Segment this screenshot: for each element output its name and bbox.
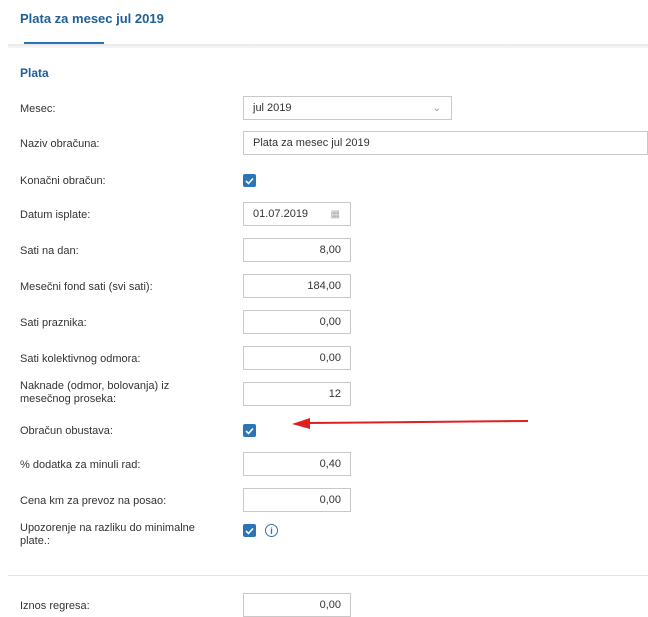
regres-input[interactable]: 0,00	[243, 593, 351, 617]
kolektivni-input[interactable]: 0,00	[243, 346, 351, 370]
toolbar-divider	[8, 44, 648, 48]
naziv-input[interactable]: Plata za mesec jul 2019	[243, 131, 648, 155]
upozorenje-checkbox[interactable]	[243, 524, 256, 537]
datum-input[interactable]: 01.07.2019 ▦	[243, 202, 351, 226]
sati-dan-value: 8,00	[319, 244, 341, 256]
info-icon[interactable]: i	[265, 524, 278, 537]
praznik-label: Sati praznika:	[20, 317, 87, 329]
regres-value: 0,00	[319, 599, 341, 611]
konacni-label: Konačni obračun:	[20, 175, 106, 187]
konacni-checkbox[interactable]	[243, 174, 256, 187]
mesec-select[interactable]: jul 2019 ⌄	[243, 96, 452, 120]
praznik-input[interactable]: 0,00	[243, 310, 351, 334]
page-title: Plata za mesec jul 2019	[20, 11, 164, 26]
minuli-value: 0,40	[319, 458, 341, 470]
section-title: Plata	[20, 66, 49, 80]
minuli-input[interactable]: 0,40	[243, 452, 351, 476]
prevoz-label: Cena km za prevoz na posao:	[20, 495, 167, 507]
obustava-checkbox[interactable]	[243, 424, 256, 437]
prevoz-value: 0,00	[319, 494, 341, 506]
upozorenje-label-line2: plate.:	[20, 535, 50, 547]
calendar-icon[interactable]: ▦	[331, 209, 340, 220]
naziv-label: Naziv obračuna:	[20, 138, 100, 150]
section-divider	[8, 575, 648, 576]
prevoz-input[interactable]: 0,00	[243, 488, 351, 512]
regres-label: Iznos regresa:	[20, 600, 90, 612]
fond-input[interactable]: 184,00	[243, 274, 351, 298]
upozorenje-label: Upozorenje na razliku do minimalne plate…	[20, 522, 220, 548]
annotation-arrow	[292, 418, 529, 429]
naknade-input[interactable]: 12	[243, 382, 351, 406]
kolektivni-label: Sati kolektivnog odmora:	[20, 353, 141, 365]
obustava-label: Obračun obustava:	[20, 425, 113, 437]
naknade-label: Naknade (odmor, bolovanja) iz mesečnog p…	[20, 380, 220, 406]
mesec-label: Mesec:	[20, 103, 56, 115]
upozorenje-label-line1: Upozorenje na razliku do minimalne	[20, 522, 195, 534]
naknade-label-line1: Naknade (odmor, bolovanja) iz	[20, 380, 170, 392]
fond-value: 184,00	[307, 280, 341, 292]
check-icon	[245, 177, 254, 185]
kolektivni-value: 0,00	[319, 352, 341, 364]
fond-label: Mesečni fond sati (svi sati):	[20, 281, 153, 293]
naziv-value: Plata za mesec jul 2019	[253, 137, 370, 149]
sati-dan-input[interactable]: 8,00	[243, 238, 351, 262]
sati-dan-label: Sati na dan:	[20, 245, 79, 257]
naknade-label-line2: mesečnog proseka:	[20, 393, 116, 405]
minuli-label: % dodatka za minuli rad:	[20, 459, 141, 471]
check-icon	[245, 527, 254, 535]
naknade-value: 12	[328, 388, 341, 400]
datum-label: Datum isplate:	[20, 209, 91, 221]
chevron-down-icon: ⌄	[432, 102, 441, 114]
praznik-value: 0,00	[319, 316, 341, 328]
check-icon	[245, 427, 254, 435]
mesec-value: jul 2019	[253, 102, 292, 114]
datum-value: 01.07.2019	[253, 208, 309, 220]
